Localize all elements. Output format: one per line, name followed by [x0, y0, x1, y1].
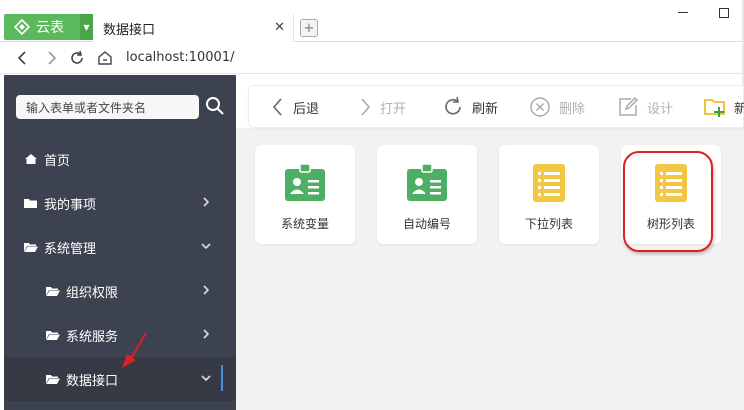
refresh-button[interactable]: 刷新: [442, 94, 498, 120]
chevron-down-icon: [201, 243, 211, 250]
chevron-left-icon: [272, 98, 282, 116]
url-input[interactable]: localhost:10001/: [126, 50, 234, 65]
address-bar: localhost:10001/: [0, 42, 744, 74]
back-label: 后退: [293, 101, 320, 117]
reload-icon[interactable]: [68, 49, 86, 67]
delete-label: 删除: [559, 101, 586, 117]
yellow-document-icon: [533, 164, 565, 202]
refresh-icon: [445, 96, 461, 115]
active-item-indicator: [221, 365, 223, 391]
chevron-right-icon: [361, 98, 371, 116]
tab-title: 数据接口: [103, 22, 156, 38]
home-page-icon[interactable]: [96, 49, 114, 67]
sidebar-item-home[interactable]: 首页: [4, 137, 236, 181]
card-label: 系统变量: [280, 217, 329, 231]
red-arrow-annotation: [122, 332, 147, 368]
chevron-down-icon: [201, 375, 211, 382]
folder-open-icon: [24, 243, 38, 252]
chevron-right-icon: [203, 285, 210, 295]
card-label: 自动编号: [402, 217, 451, 231]
sidebar-item-my-tasks[interactable]: 我的事项: [4, 181, 236, 225]
open-button[interactable]: 打开: [358, 94, 406, 120]
sidebar-item-label: 我的事项: [44, 197, 97, 213]
app-name: 云表: [36, 20, 64, 36]
sidebar-item-label: 组织权限: [66, 285, 119, 301]
new-folder-icon: [704, 99, 725, 117]
refresh-label: 刷新: [472, 101, 499, 117]
close-circle-icon: [530, 97, 550, 117]
highlight-circle: [623, 151, 713, 252]
browser-tab[interactable]: 数据接口 ✕: [93, 14, 294, 42]
sidebar-item-label: 系统服务: [66, 329, 119, 345]
new-tab-plus-icon[interactable]: +: [300, 19, 318, 37]
back-arrow-icon[interactable]: [14, 49, 32, 67]
window-minimize-icon[interactable]: [676, 4, 690, 18]
design-label: 设计: [647, 101, 674, 117]
app-logo-icon: [14, 19, 30, 35]
folder-open-icon: [46, 375, 60, 384]
forward-arrow-icon[interactable]: [42, 49, 60, 67]
card-label: 下拉列表: [524, 217, 573, 231]
chevron-right-icon: [203, 329, 210, 339]
sidebar-item-label: 数据接口: [66, 373, 119, 389]
app-button[interactable]: 云表: [4, 14, 80, 40]
home-icon: [25, 154, 37, 164]
sidebar-item-system-management[interactable]: 系统管理: [4, 225, 236, 269]
design-button[interactable]: 设计: [617, 94, 673, 120]
sidebar-item-org-permissions[interactable]: 组织权限: [4, 269, 236, 313]
sidebar-item-label: 系统管理: [44, 241, 97, 257]
folder-open-icon: [46, 287, 60, 296]
app-menu-dropdown-icon[interactable]: ▼: [80, 14, 93, 40]
back-button[interactable]: 后退: [271, 94, 319, 120]
browser-titlebar: 云表 ▼ 数据接口 ✕ +: [0, 0, 744, 42]
open-label: 打开: [380, 101, 407, 117]
sidebar-item-label: 首页: [44, 153, 71, 169]
green-id-card-icon: [407, 163, 447, 201]
card-auto-numbering[interactable]: 自动编号: [377, 145, 477, 244]
chevron-right-icon: [203, 197, 210, 207]
green-id-card-icon: [285, 163, 325, 201]
search-icon[interactable]: [205, 96, 225, 116]
toolbar: 后退 打开 刷新 删除 设计 新: [248, 85, 744, 128]
folder-open-icon: [46, 331, 60, 340]
card-system-variables[interactable]: 系统变量: [255, 145, 355, 244]
new-button[interactable]: 新: [704, 94, 744, 120]
tab-close-icon[interactable]: ✕: [274, 20, 285, 35]
window-maximize-icon[interactable]: [719, 8, 729, 18]
card-dropdown-list[interactable]: 下拉列表: [499, 145, 599, 244]
folder-icon: [24, 199, 37, 208]
edit-icon: [619, 96, 639, 116]
sidebar-search-input[interactable]: 输入表单或者文件夹名: [16, 95, 199, 119]
new-label: 新: [734, 101, 744, 117]
delete-button[interactable]: 删除: [529, 94, 585, 120]
